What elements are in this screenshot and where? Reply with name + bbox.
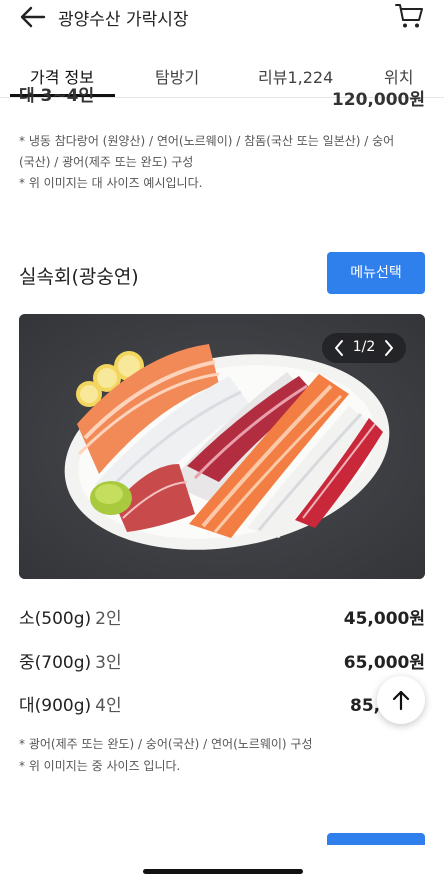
menu-note-line: * 위 이미지는 중 사이즈 입니다.: [19, 759, 181, 773]
people-label: 3인: [95, 653, 122, 673]
prev-size-label: 대 3~4인: [19, 87, 95, 106]
chevron-right-icon[interactable]: [382, 338, 396, 358]
prev-note-line: * 위 이미지는 대 사이즈 예시입니다.: [19, 176, 203, 190]
price-value: 65,000원: [343, 653, 425, 673]
tab-visit-review[interactable]: 탐방기: [155, 64, 199, 88]
app-header: 광양수산 가락시장: [0, 0, 444, 40]
size-label: 대(900g): [19, 696, 92, 716]
arrow-up-icon: [392, 690, 410, 711]
next-menu-select-button[interactable]: [327, 833, 425, 845]
scroll-top-button[interactable]: [377, 676, 425, 724]
cart-button[interactable]: [394, 2, 424, 30]
arrow-left-icon: [20, 6, 46, 28]
price-value: 45,000원: [343, 609, 425, 629]
prev-note-line: (국산) / 광어(제주 또는 완도) 구성: [19, 155, 194, 169]
people-label: 4인: [95, 696, 122, 716]
chevron-left-icon[interactable]: [332, 338, 346, 358]
size-label: 소(500g): [19, 609, 92, 629]
price-row: 소(500g) 2인 45,000원: [0, 604, 444, 630]
photo-pager: 1/2: [322, 333, 406, 363]
photo-counter: 1/2: [352, 339, 376, 355]
menu-select-button[interactable]: 메뉴선택: [327, 252, 425, 294]
menu-title: 실속회(광숭연): [19, 266, 139, 288]
prev-price-row: 대 3~4인 120,000원: [0, 87, 444, 107]
home-indicator: [143, 869, 303, 874]
prev-price: 120,000원: [331, 90, 425, 107]
menu-note-line: * 광어(제주 또는 완도) / 숭어(국산) / 연어(노르웨이) 구성: [19, 737, 313, 751]
back-button[interactable]: [18, 4, 48, 30]
prev-note-line: * 냉동 참다랑어 (원양산) / 연어(노르웨이) / 참돔(국산 또는 일본…: [19, 134, 395, 148]
tab-location[interactable]: 위치: [384, 64, 413, 88]
tab-reviews[interactable]: 리뷰1,224: [258, 64, 333, 88]
people-label: 2인: [95, 609, 122, 629]
cart-icon: [395, 4, 423, 28]
page-title: 광양수산 가락시장: [58, 10, 189, 30]
size-label: 중(700g): [19, 653, 92, 673]
tab-price-info[interactable]: 가격 정보: [30, 64, 94, 88]
price-row: 중(700g) 3인 65,000원: [0, 648, 444, 674]
